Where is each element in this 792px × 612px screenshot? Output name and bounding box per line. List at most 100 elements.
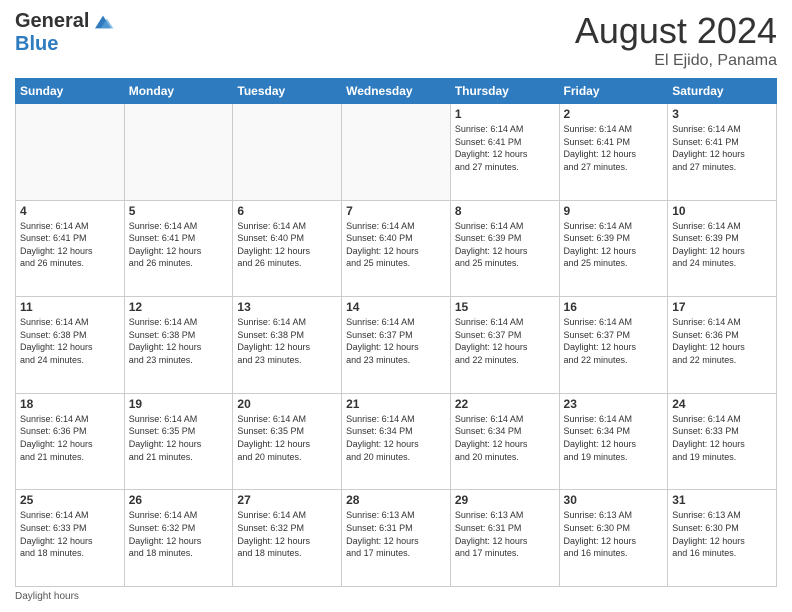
day-number: 4 <box>20 204 120 218</box>
day-number: 5 <box>129 204 229 218</box>
calendar-header-wednesday: Wednesday <box>342 79 451 104</box>
calendar-header-tuesday: Tuesday <box>233 79 342 104</box>
day-info: Sunrise: 6:13 AM Sunset: 6:31 PM Dayligh… <box>346 509 446 559</box>
day-info: Sunrise: 6:14 AM Sunset: 6:39 PM Dayligh… <box>564 220 664 270</box>
day-info: Sunrise: 6:14 AM Sunset: 6:41 PM Dayligh… <box>129 220 229 270</box>
calendar-cell: 28 Sunrise: 6:13 AM Sunset: 6:31 PM Dayli… <box>342 490 451 587</box>
calendar-header-row: SundayMondayTuesdayWednesdayThursdayFrid… <box>16 79 777 104</box>
calendar-cell: 4 Sunrise: 6:14 AM Sunset: 6:41 PM Daylig… <box>16 200 125 297</box>
calendar-week-2: 4 Sunrise: 6:14 AM Sunset: 6:41 PM Daylig… <box>16 200 777 297</box>
calendar-cell: 19 Sunrise: 6:14 AM Sunset: 6:35 PM Dayli… <box>124 393 233 490</box>
day-info: Sunrise: 6:14 AM Sunset: 6:36 PM Dayligh… <box>20 413 120 463</box>
calendar-cell: 29Sunrise: 6:13 AM Sunset: 6:31 PM Dayli… <box>450 490 559 587</box>
calendar-cell: 30 Sunrise: 6:13 AM Sunset: 6:30 PM Dayli… <box>559 490 668 587</box>
calendar-cell: 25Sunrise: 6:14 AM Sunset: 6:33 PM Dayli… <box>16 490 125 587</box>
day-info: Sunrise: 6:14 AM Sunset: 6:38 PM Dayligh… <box>129 316 229 366</box>
title-section: August 2024 El Ejido, Panama <box>575 10 777 70</box>
calendar-cell: 2Sunrise: 6:14 AM Sunset: 6:41 PM Daylig… <box>559 104 668 201</box>
calendar-cell: 27 Sunrise: 6:14 AM Sunset: 6:32 PM Dayli… <box>233 490 342 587</box>
calendar-header-friday: Friday <box>559 79 668 104</box>
day-info: Sunrise: 6:14 AM Sunset: 6:37 PM Dayligh… <box>564 316 664 366</box>
day-number: 25 <box>20 493 120 507</box>
calendar-cell: 22Sunrise: 6:14 AM Sunset: 6:34 PM Dayli… <box>450 393 559 490</box>
calendar-cell: 24 Sunrise: 6:14 AM Sunset: 6:33 PM Dayli… <box>668 393 777 490</box>
day-info: Sunrise: 6:14 AM Sunset: 6:36 PM Dayligh… <box>672 316 772 366</box>
logo-general-text: General <box>15 10 89 33</box>
day-number: 15 <box>455 300 555 314</box>
day-info: Sunrise: 6:14 AM Sunset: 6:41 PM Dayligh… <box>672 123 772 173</box>
calendar-week-3: 11 Sunrise: 6:14 AM Sunset: 6:38 PM Dayli… <box>16 297 777 394</box>
calendar-cell <box>233 104 342 201</box>
footer-note: Daylight hours <box>15 591 777 602</box>
day-info: Sunrise: 6:14 AM Sunset: 6:40 PM Dayligh… <box>237 220 337 270</box>
calendar-cell: 23 Sunrise: 6:14 AM Sunset: 6:34 PM Dayli… <box>559 393 668 490</box>
day-info: Sunrise: 6:14 AM Sunset: 6:35 PM Dayligh… <box>129 413 229 463</box>
day-number: 8 <box>455 204 555 218</box>
day-number: 3 <box>672 107 772 121</box>
day-number: 24 <box>672 397 772 411</box>
day-number: 26 <box>129 493 229 507</box>
day-number: 31 <box>672 493 772 507</box>
calendar-cell: 1Sunrise: 6:14 AM Sunset: 6:41 PM Daylig… <box>450 104 559 201</box>
calendar-cell <box>342 104 451 201</box>
day-number: 28 <box>346 493 446 507</box>
calendar-cell: 10Sunrise: 6:14 AM Sunset: 6:39 PM Dayli… <box>668 200 777 297</box>
day-number: 29 <box>455 493 555 507</box>
day-number: 14 <box>346 300 446 314</box>
calendar-cell: 20 Sunrise: 6:14 AM Sunset: 6:35 PM Dayli… <box>233 393 342 490</box>
calendar-cell: 12Sunrise: 6:14 AM Sunset: 6:38 PM Dayli… <box>124 297 233 394</box>
day-info: Sunrise: 6:14 AM Sunset: 6:35 PM Dayligh… <box>237 413 337 463</box>
calendar-cell: 16 Sunrise: 6:14 AM Sunset: 6:37 PM Dayli… <box>559 297 668 394</box>
location: El Ejido, Panama <box>575 52 777 70</box>
day-number: 30 <box>564 493 664 507</box>
day-info: Sunrise: 6:14 AM Sunset: 6:34 PM Dayligh… <box>455 413 555 463</box>
day-info: Sunrise: 6:14 AM Sunset: 6:32 PM Dayligh… <box>129 509 229 559</box>
calendar-week-1: 1Sunrise: 6:14 AM Sunset: 6:41 PM Daylig… <box>16 104 777 201</box>
calendar-cell: 17Sunrise: 6:14 AM Sunset: 6:36 PM Dayli… <box>668 297 777 394</box>
day-number: 16 <box>564 300 664 314</box>
calendar-cell: 6 Sunrise: 6:14 AM Sunset: 6:40 PM Daylig… <box>233 200 342 297</box>
day-info: Sunrise: 6:14 AM Sunset: 6:38 PM Dayligh… <box>20 316 120 366</box>
day-info: Sunrise: 6:14 AM Sunset: 6:37 PM Dayligh… <box>346 316 446 366</box>
day-number: 27 <box>237 493 337 507</box>
calendar-cell: 15 Sunrise: 6:14 AM Sunset: 6:37 PM Dayli… <box>450 297 559 394</box>
day-number: 6 <box>237 204 337 218</box>
calendar-cell: 18Sunrise: 6:14 AM Sunset: 6:36 PM Dayli… <box>16 393 125 490</box>
calendar-cell: 9 Sunrise: 6:14 AM Sunset: 6:39 PM Daylig… <box>559 200 668 297</box>
day-info: Sunrise: 6:14 AM Sunset: 6:38 PM Dayligh… <box>237 316 337 366</box>
day-number: 9 <box>564 204 664 218</box>
day-number: 20 <box>237 397 337 411</box>
calendar-header-saturday: Saturday <box>668 79 777 104</box>
calendar-cell <box>124 104 233 201</box>
calendar-cell <box>16 104 125 201</box>
day-info: Sunrise: 6:13 AM Sunset: 6:30 PM Dayligh… <box>672 509 772 559</box>
day-info: Sunrise: 6:14 AM Sunset: 6:39 PM Dayligh… <box>455 220 555 270</box>
calendar-cell: 3 Sunrise: 6:14 AM Sunset: 6:41 PM Daylig… <box>668 104 777 201</box>
header: General Blue August 2024 El Ejido, Panam… <box>15 10 777 70</box>
day-info: Sunrise: 6:14 AM Sunset: 6:37 PM Dayligh… <box>455 316 555 366</box>
day-info: Sunrise: 6:14 AM Sunset: 6:41 PM Dayligh… <box>20 220 120 270</box>
page: General Blue August 2024 El Ejido, Panam… <box>0 0 792 612</box>
day-info: Sunrise: 6:14 AM Sunset: 6:40 PM Dayligh… <box>346 220 446 270</box>
day-number: 13 <box>237 300 337 314</box>
day-info: Sunrise: 6:14 AM Sunset: 6:32 PM Dayligh… <box>237 509 337 559</box>
day-number: 23 <box>564 397 664 411</box>
calendar-cell: 8 Sunrise: 6:14 AM Sunset: 6:39 PM Daylig… <box>450 200 559 297</box>
day-number: 10 <box>672 204 772 218</box>
calendar-header-sunday: Sunday <box>16 79 125 104</box>
day-info: Sunrise: 6:14 AM Sunset: 6:34 PM Dayligh… <box>564 413 664 463</box>
logo: General Blue <box>15 10 115 56</box>
logo-icon <box>91 12 115 32</box>
day-number: 11 <box>20 300 120 314</box>
calendar-header-monday: Monday <box>124 79 233 104</box>
day-number: 2 <box>564 107 664 121</box>
calendar-cell: 7 Sunrise: 6:14 AM Sunset: 6:40 PM Daylig… <box>342 200 451 297</box>
day-info: Sunrise: 6:13 AM Sunset: 6:30 PM Dayligh… <box>564 509 664 559</box>
calendar-cell: 31 Sunrise: 6:13 AM Sunset: 6:30 PM Dayli… <box>668 490 777 587</box>
day-number: 7 <box>346 204 446 218</box>
day-number: 19 <box>129 397 229 411</box>
logo-blue-text: Blue <box>15 33 58 56</box>
day-info: Sunrise: 6:14 AM Sunset: 6:33 PM Dayligh… <box>672 413 772 463</box>
calendar-cell: 11 Sunrise: 6:14 AM Sunset: 6:38 PM Dayli… <box>16 297 125 394</box>
calendar-cell: 26 Sunrise: 6:14 AM Sunset: 6:32 PM Dayli… <box>124 490 233 587</box>
